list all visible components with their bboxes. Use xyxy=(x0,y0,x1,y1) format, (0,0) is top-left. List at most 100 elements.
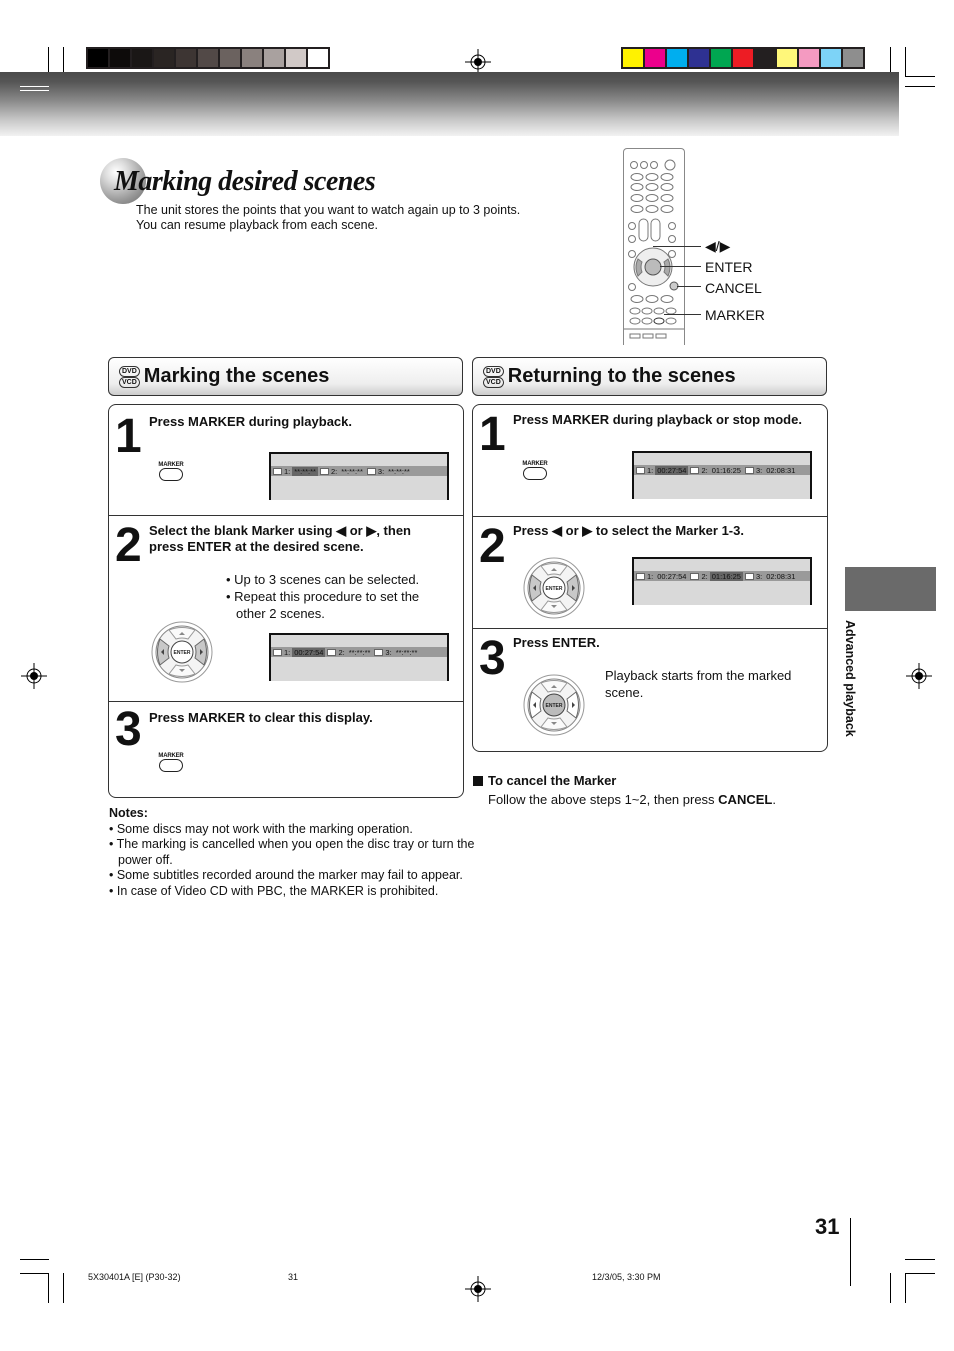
marker-slot-time: 02:08:31 xyxy=(766,465,796,475)
color-swatch xyxy=(667,49,689,67)
chapter-tab-label: Advanced playback xyxy=(843,620,857,737)
dpad-enter-icon: ENTER xyxy=(523,674,585,741)
color-swatch xyxy=(645,49,667,67)
marker-slot-label: 2: xyxy=(688,572,709,581)
osd-marker-bar: 1: **:**:** 2: **:**:** 3: **:**:** xyxy=(271,466,447,476)
marker-icon xyxy=(366,467,376,475)
section-heading: Returning to the scenes xyxy=(507,365,736,387)
marker-slot-time: 01:16:25 xyxy=(711,465,741,475)
step-number: 2 xyxy=(115,519,142,572)
marker-slot-time: **:**:** xyxy=(348,647,371,657)
step-description: Playback starts from the marked scene. xyxy=(605,668,792,700)
remote-label-cancel: CANCEL xyxy=(705,280,762,296)
marker-slot-label: 2: xyxy=(688,466,709,475)
dpad-graphic: ENTER xyxy=(523,674,585,736)
marking-steps-panel: 1 Press MARKER during playback. MARKER 1… xyxy=(108,404,464,798)
leader-line xyxy=(664,314,701,315)
step-1: 1 Press MARKER during playback. MARKER 1… xyxy=(109,405,463,515)
step-instruction: Press MARKER during playback or stop mod… xyxy=(513,412,802,427)
osd-marker-display: 1: 00:27:54 2: 01:16:25 3: 02:08:31 xyxy=(632,557,812,605)
marker-icon xyxy=(690,466,700,474)
notes-block: Notes: • Some discs may not work with th… xyxy=(109,806,479,899)
dvd-vcd-logo-icon: DVD VCD xyxy=(119,365,140,388)
marker-slot-label: 1: xyxy=(634,572,655,581)
step-instruction: Press MARKER to clear this display. xyxy=(149,710,373,725)
color-swatch xyxy=(843,49,863,67)
color-swatch xyxy=(242,49,264,67)
note-item: • Some subtitles recorded around the mar… xyxy=(109,868,463,882)
step-bullets: • Up to 3 scenes can be selected. • Repe… xyxy=(226,572,420,621)
chapter-tab xyxy=(845,567,936,611)
osd-marker-bar: 1: 00:27:54 2: 01:16:25 3: 02:08:31 xyxy=(634,465,810,475)
crop-mark xyxy=(905,1259,935,1260)
osd-marker-bar: 1: 00:27:54 2: 01:16:25 3: 02:08:31 xyxy=(634,571,810,581)
step-number: 3 xyxy=(479,632,506,685)
crop-mark xyxy=(20,86,49,87)
marker-slot-label: 2: xyxy=(325,648,346,657)
svg-text:ENTER: ENTER xyxy=(546,703,563,709)
crop-mark xyxy=(905,1273,935,1274)
color-swatch xyxy=(198,49,220,67)
step-number: 1 xyxy=(115,410,142,463)
crop-mark xyxy=(905,86,935,87)
color-swatch xyxy=(308,49,328,67)
crop-mark xyxy=(20,90,49,91)
osd-marker-bar: 1: 00:27:54 2: **:**:** 3: **:**:** xyxy=(271,647,447,657)
marker-slot-time: 00:27:54 xyxy=(292,647,326,657)
color-swatch xyxy=(264,49,286,67)
color-swatch xyxy=(755,49,777,67)
step-2: 2 Press ◀ or ▶ to select the Marker 1-3.… xyxy=(473,516,827,629)
footer-sheet-number: 31 xyxy=(288,1272,299,1282)
color-swatch xyxy=(286,49,308,67)
marker-icon xyxy=(319,467,329,475)
gray-color-bar xyxy=(86,47,330,69)
section-header-marking: DVD VCD Marking the scenes xyxy=(108,357,463,396)
marker-icon xyxy=(744,466,754,474)
color-swatch xyxy=(154,49,176,67)
marker-slot-time: 00:27:54 xyxy=(657,571,687,581)
marker-slot-time: **:**:** xyxy=(395,647,418,657)
color-swatch xyxy=(799,49,821,67)
color-swatch xyxy=(132,49,154,67)
crop-mark xyxy=(20,1259,49,1260)
notes-heading: Notes: xyxy=(109,806,148,820)
color-swatch xyxy=(88,49,110,67)
header-band xyxy=(0,72,899,136)
dvd-vcd-logo-icon: DVD VCD xyxy=(483,365,504,388)
crop-mark xyxy=(63,1273,64,1303)
registration-mark-icon xyxy=(465,1276,491,1302)
dpad-graphic: ENTER xyxy=(523,557,585,619)
color-swatch xyxy=(176,49,198,67)
color-swatch xyxy=(220,49,242,67)
remote-label-arrows: ◀/▶ xyxy=(705,238,731,254)
step-number: 3 xyxy=(115,703,142,756)
note-item: • Some discs may not work with the marki… xyxy=(109,821,413,836)
marker-button-icon: MARKER xyxy=(522,461,548,480)
color-swatch xyxy=(711,49,733,67)
note-item: • In case of Video CD with PBC, the MARK… xyxy=(109,883,439,898)
color-swatch xyxy=(623,49,645,67)
leader-line xyxy=(653,246,701,247)
marker-icon xyxy=(327,648,337,656)
page-number-rule xyxy=(850,1218,851,1286)
color-swatch xyxy=(110,49,132,67)
step-number: 2 xyxy=(479,520,506,573)
dpad-enter-icon: ENTER xyxy=(523,557,585,624)
step-2: 2 Select the blank Marker using ◀ or ▶, … xyxy=(109,515,463,702)
page-title: Marking desired scenes xyxy=(114,166,376,197)
marker-icon xyxy=(690,572,700,580)
intro-text: The unit stores the points that you want… xyxy=(136,203,521,232)
step-number: 1 xyxy=(479,408,506,461)
marker-slot-label: 1: xyxy=(634,466,655,475)
remote-buttons-icon xyxy=(624,159,684,339)
osd-marker-display: 1: **:**:** 2: **:**:** 3: **:**:** xyxy=(269,452,449,500)
section-heading: Marking the scenes xyxy=(143,365,330,387)
crop-mark xyxy=(20,1273,49,1274)
color-swatch xyxy=(821,49,843,67)
marker-slot-label: 1: xyxy=(271,467,292,476)
marker-icon xyxy=(636,572,645,580)
crop-mark xyxy=(905,1273,906,1303)
marker-button-icon: MARKER xyxy=(158,462,184,481)
step-instruction: Press ◀ or ▶ to select the Marker 1-3. xyxy=(513,523,744,538)
footer-date: 12/3/05, 3:30 PM xyxy=(592,1272,661,1282)
